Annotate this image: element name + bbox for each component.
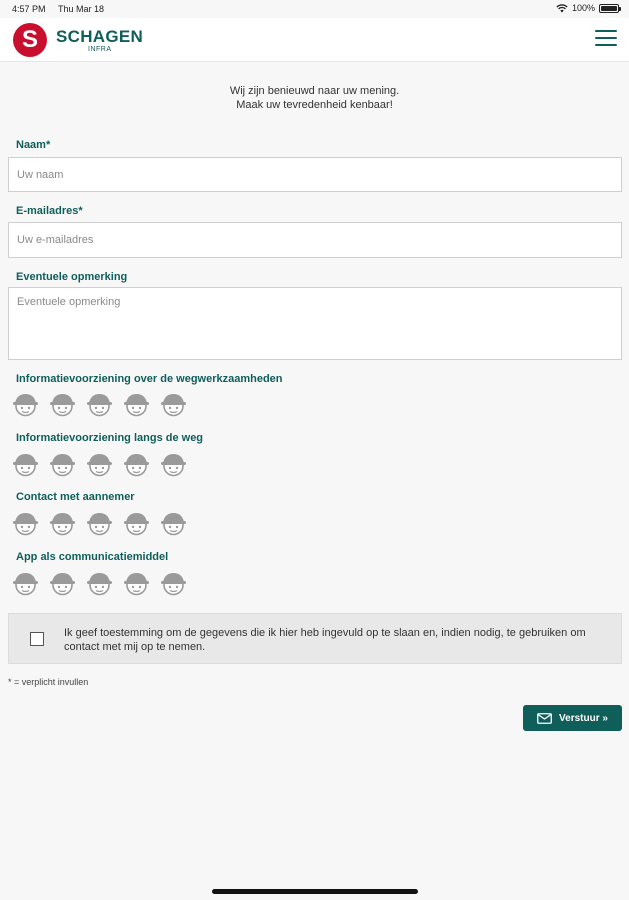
rating-label-info-works: Informatievoorziening over de wegwerkzaa…	[16, 373, 283, 385]
status-bar: 4:57 PM Thu Mar 18 100%	[0, 0, 629, 18]
helmet-rating-icon[interactable]	[160, 451, 187, 477]
helmet-rating-icon[interactable]	[49, 391, 76, 417]
helmet-rating-icon[interactable]	[86, 510, 113, 536]
helmet-rating-icon[interactable]	[86, 451, 113, 477]
helmet-rating-icon[interactable]	[12, 570, 39, 596]
required-note: * = verplicht invullen	[8, 677, 89, 687]
helmet-rating-icon[interactable]	[49, 510, 76, 536]
rating-info-road[interactable]	[12, 451, 187, 477]
hamburger-menu-icon[interactable]	[595, 30, 619, 50]
helmet-rating-icon[interactable]	[123, 391, 150, 417]
name-input[interactable]	[8, 157, 622, 192]
remark-textarea[interactable]	[8, 287, 622, 360]
rating-info-works[interactable]	[12, 391, 187, 417]
name-label: Naam*	[16, 139, 51, 151]
helmet-rating-icon[interactable]	[86, 391, 113, 417]
rating-label-info-road: Informatievoorziening langs de weg	[16, 432, 204, 444]
status-indicators: 100%	[556, 3, 621, 13]
home-indicator	[212, 889, 418, 894]
rating-label-contractor: Contact met aannemer	[16, 491, 135, 503]
brand-subtitle: INFRA	[88, 46, 112, 53]
consent-text: Ik geef toestemming om de gegevens die i…	[64, 627, 586, 653]
intro-text: Wij zijn benieuwd naar uw mening. Maak u…	[0, 84, 629, 112]
helmet-rating-icon[interactable]	[86, 570, 113, 596]
rating-app[interactable]	[12, 570, 187, 596]
rating-label-app: App als communicatiemiddel	[16, 551, 169, 563]
helmet-rating-icon[interactable]	[123, 510, 150, 536]
helmet-rating-icon[interactable]	[160, 510, 187, 536]
status-time: 4:57 PM	[12, 4, 46, 14]
helmet-rating-icon[interactable]	[49, 570, 76, 596]
status-date: Thu Mar 18	[58, 4, 105, 14]
rating-contractor[interactable]	[12, 510, 187, 536]
submit-label: Verstuur »	[559, 712, 608, 724]
battery-percentage: 100%	[571, 3, 595, 13]
submit-button[interactable]: Verstuur »	[523, 705, 622, 731]
email-label: E-mailadres*	[16, 205, 83, 217]
helmet-rating-icon[interactable]	[49, 451, 76, 477]
helmet-rating-icon[interactable]	[160, 391, 187, 417]
email-input[interactable]	[8, 222, 622, 258]
helmet-rating-icon[interactable]	[12, 391, 39, 417]
helmet-rating-icon[interactable]	[160, 570, 187, 596]
intro-line-2: Maak uw tevredenheid kenbaar!	[236, 99, 393, 111]
battery-icon	[599, 3, 621, 13]
intro-line-1: Wij zijn benieuwd naar uw mening.	[229, 85, 400, 97]
brand-name: SCHAGEN	[56, 27, 144, 46]
helmet-rating-icon[interactable]	[12, 510, 39, 536]
mail-icon	[537, 712, 552, 724]
consent-checkbox[interactable]	[30, 632, 44, 646]
wifi-icon	[556, 3, 568, 12]
helmet-rating-icon[interactable]	[123, 570, 150, 596]
helmet-rating-icon[interactable]	[12, 451, 39, 477]
app-header: S SCHAGEN INFRA	[0, 18, 629, 62]
logo-icon: S	[13, 23, 47, 57]
consent-section: Ik geef toestemming om de gegevens die i…	[8, 613, 622, 664]
remark-label: Eventuele opmerking	[16, 271, 128, 283]
logo-letter: S	[21, 26, 38, 53]
helmet-rating-icon[interactable]	[123, 451, 150, 477]
